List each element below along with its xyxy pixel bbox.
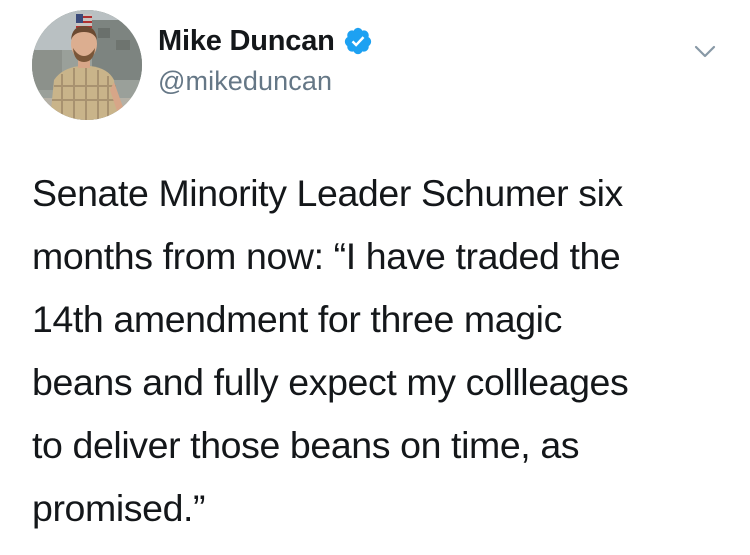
tweet-text-line: Senate Minority Leader Schumer six — [32, 172, 623, 214]
display-name[interactable]: Mike Duncan — [158, 25, 335, 58]
tweet-text-line: 14th amendment for three magic — [32, 298, 562, 340]
tweet-text-line: months from now: “I have traded the — [32, 235, 621, 277]
display-name-row: Mike Duncan — [158, 22, 373, 60]
tweet-text-line: promised.” — [32, 487, 206, 529]
tweet-text: Senate Minority Leader Schumer six month… — [32, 162, 732, 540]
tweet-card: Mike Duncan @mikeduncan Senate Minority … — [0, 0, 750, 555]
avatar[interactable] — [32, 10, 142, 120]
tweet-header: Mike Duncan @mikeduncan — [28, 8, 728, 120]
tweet-text-line: beans and fully expect my collleages — [32, 361, 629, 403]
author-handle[interactable]: @mikeduncan — [158, 66, 373, 97]
tweet-text-line: to deliver those beans on time, as — [32, 424, 580, 466]
avatar-photo — [32, 10, 142, 120]
verified-badge-icon — [343, 26, 373, 56]
author-names: Mike Duncan @mikeduncan — [158, 22, 373, 97]
chevron-down-icon[interactable] — [690, 36, 720, 66]
